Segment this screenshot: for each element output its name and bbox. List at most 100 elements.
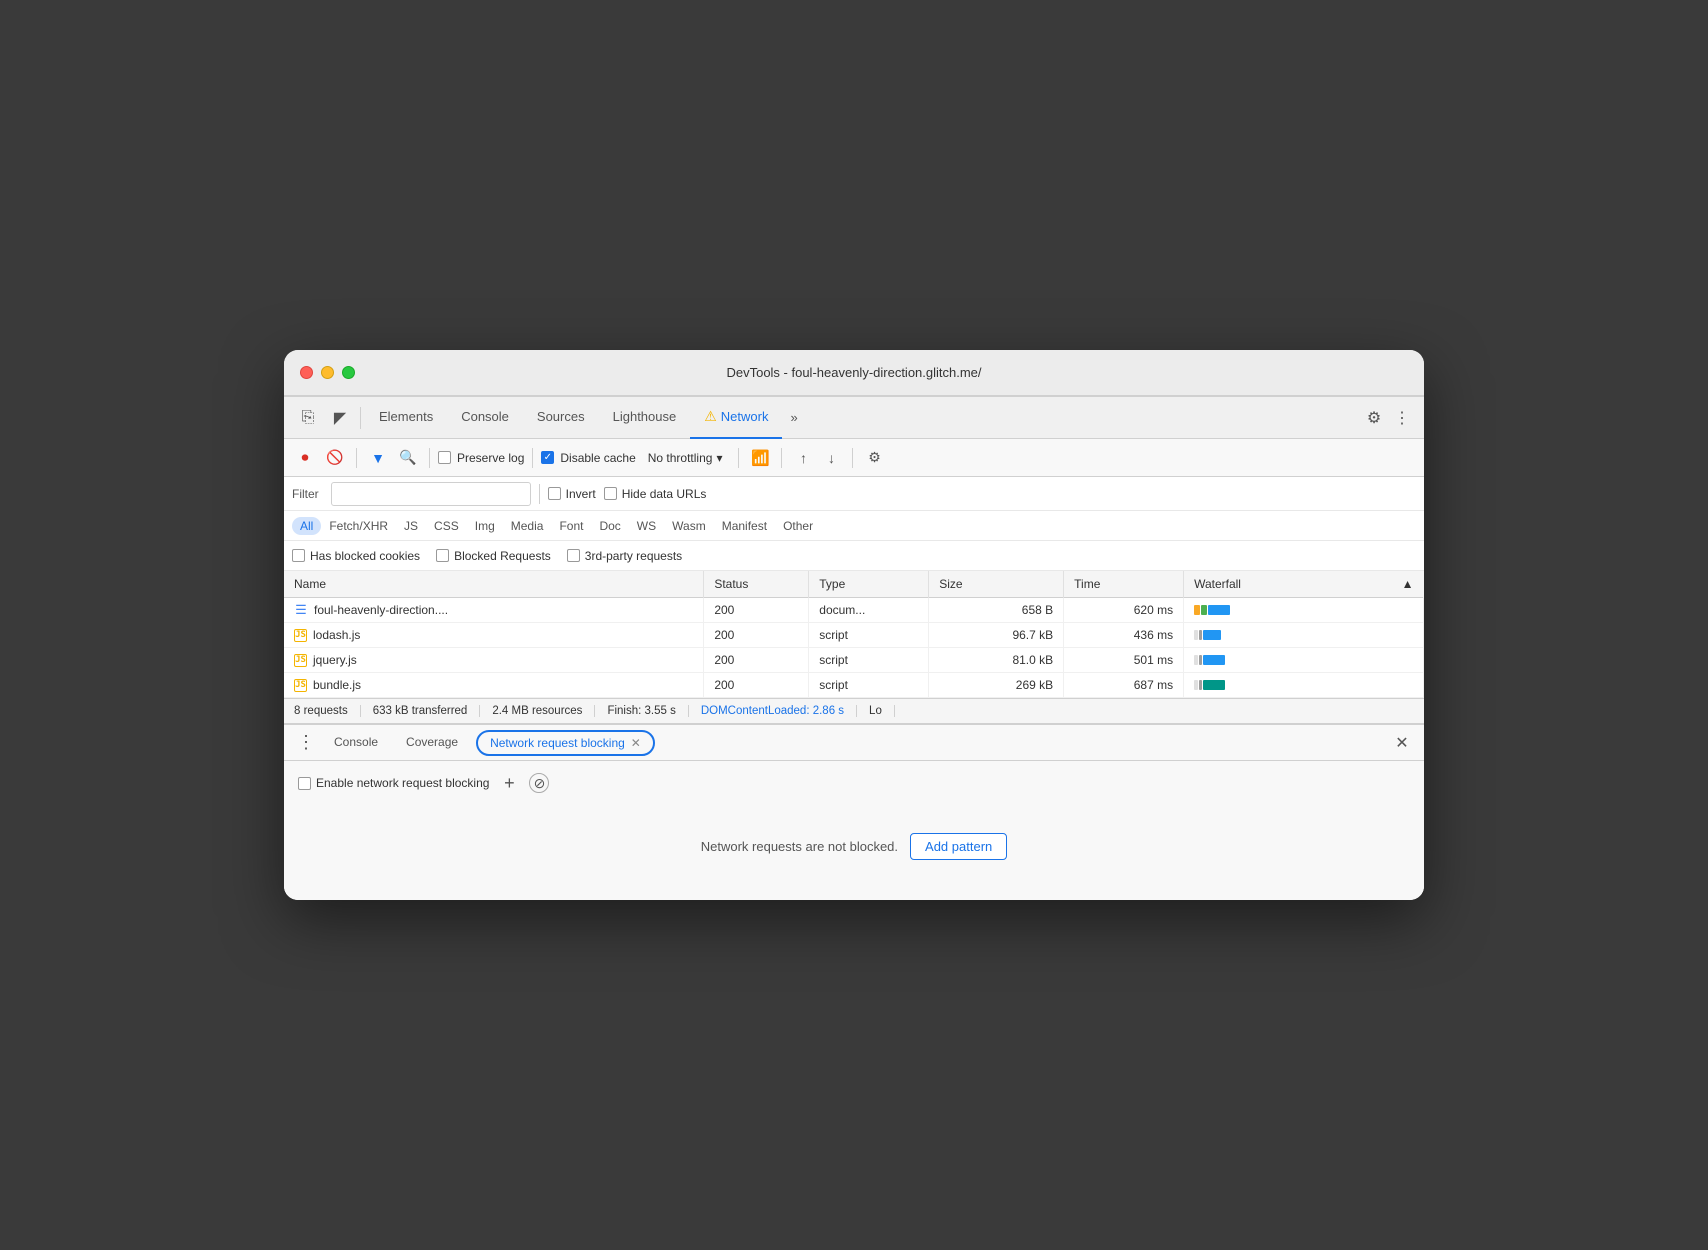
table-row[interactable]: JS bundle.js 200 script 269 kB 687 ms bbox=[284, 673, 1424, 698]
wf-seg bbox=[1201, 605, 1207, 615]
wf-seg bbox=[1203, 680, 1225, 690]
wf-seg bbox=[1194, 680, 1198, 690]
export-button[interactable]: ↓ bbox=[818, 445, 844, 471]
toolbar-sep-6 bbox=[852, 448, 853, 468]
drawer-tab-network-blocking[interactable]: Network request blocking ✕ bbox=[476, 730, 655, 756]
status-cell: 200 bbox=[704, 623, 809, 648]
title-bar: DevTools - foul-heavenly-direction.glitc… bbox=[284, 350, 1424, 396]
preserve-log-checkbox[interactable] bbox=[438, 451, 451, 464]
js-icon: JS bbox=[294, 654, 307, 667]
toolbar-sep-2 bbox=[429, 448, 430, 468]
warning-icon: ⚠ bbox=[704, 408, 717, 425]
preserve-log-area[interactable]: Preserve log bbox=[438, 451, 524, 465]
wf-seg bbox=[1203, 655, 1225, 665]
col-type[interactable]: Type bbox=[809, 571, 929, 598]
table-row[interactable]: JS lodash.js 200 script 96.7 kB 436 ms bbox=[284, 623, 1424, 648]
import-button[interactable]: ↑ bbox=[790, 445, 816, 471]
tab-elements[interactable]: Elements bbox=[365, 397, 447, 439]
type-filter-wasm[interactable]: Wasm bbox=[664, 517, 714, 535]
close-button[interactable] bbox=[300, 366, 313, 379]
toolbar-sep-3 bbox=[532, 448, 533, 468]
drawer-tab-console[interactable]: Console bbox=[320, 725, 392, 761]
blocked-requests-area[interactable]: Blocked Requests bbox=[436, 549, 551, 563]
tab-network[interactable]: ⚠ Network bbox=[690, 397, 782, 439]
record-button[interactable]: ⏺ bbox=[292, 445, 318, 471]
device-toolbar-button[interactable]: ◤ bbox=[324, 402, 356, 434]
type-filter-doc[interactable]: Doc bbox=[591, 517, 628, 535]
filter-sep bbox=[539, 484, 540, 504]
has-blocked-cookies-checkbox[interactable] bbox=[292, 549, 305, 562]
size-cell: 658 B bbox=[929, 598, 1064, 623]
type-filter-img[interactable]: Img bbox=[467, 517, 503, 535]
invert-checkbox[interactable] bbox=[548, 487, 561, 500]
table-row[interactable]: JS jquery.js 200 script 81.0 kB 501 ms bbox=[284, 648, 1424, 673]
search-button[interactable]: 🔍 bbox=[395, 445, 421, 471]
col-waterfall[interactable]: Waterfall ▲ bbox=[1184, 571, 1424, 598]
tab-console[interactable]: Console bbox=[447, 397, 523, 439]
col-time[interactable]: Time bbox=[1064, 571, 1184, 598]
col-name[interactable]: Name bbox=[284, 571, 704, 598]
type-filter-all[interactable]: All bbox=[292, 517, 321, 535]
table-row[interactable]: ☰ foul-heavenly-direction.... 200 docum.… bbox=[284, 598, 1424, 623]
clear-blocking-button[interactable]: ⊘ bbox=[529, 773, 549, 793]
enable-blocking-area[interactable]: Enable network request blocking bbox=[298, 776, 489, 790]
table-header-row: Name Status Type Size Time Waterfall ▲ bbox=[284, 571, 1424, 598]
waterfall-cell bbox=[1184, 648, 1424, 673]
hide-data-urls-area[interactable]: Hide data URLs bbox=[604, 487, 707, 501]
type-filter-font[interactable]: Font bbox=[551, 517, 591, 535]
type-filter-js[interactable]: JS bbox=[396, 517, 426, 535]
filter-input[interactable] bbox=[331, 482, 531, 506]
add-blocking-pattern-button[interactable]: + bbox=[497, 771, 521, 795]
time-cell: 687 ms bbox=[1064, 673, 1184, 698]
third-party-area[interactable]: 3rd-party requests bbox=[567, 549, 682, 563]
network-conditions-button[interactable]: 📶 bbox=[747, 445, 773, 471]
throttle-button[interactable]: No throttling ▾ bbox=[640, 449, 731, 467]
tab-sources[interactable]: Sources bbox=[523, 397, 599, 439]
network-table: Name Status Type Size Time Waterfall ▲ bbox=[284, 571, 1424, 698]
toolbar-sep-5 bbox=[781, 448, 782, 468]
drawer-tab-coverage[interactable]: Coverage bbox=[392, 725, 472, 761]
hide-data-checkbox[interactable] bbox=[604, 487, 617, 500]
type-filter-css[interactable]: CSS bbox=[426, 517, 467, 535]
more-options-icon[interactable]: ⋮ bbox=[1388, 404, 1416, 432]
clear-button[interactable]: 🚫 bbox=[322, 445, 348, 471]
tabs-overflow[interactable]: » bbox=[782, 410, 805, 425]
minimize-button[interactable] bbox=[321, 366, 334, 379]
name-cell: JS bundle.js bbox=[284, 673, 704, 698]
col-status[interactable]: Status bbox=[704, 571, 809, 598]
filter-button[interactable]: ▼ bbox=[365, 445, 391, 471]
invert-checkbox-area[interactable]: Invert bbox=[548, 487, 596, 501]
type-filter-ws[interactable]: WS bbox=[629, 517, 664, 535]
drawer-more-button[interactable]: ⋮ bbox=[292, 729, 320, 757]
drawer: ⋮ Console Coverage Network request block… bbox=[284, 724, 1424, 900]
tab-lighthouse[interactable]: Lighthouse bbox=[599, 397, 691, 439]
third-party-label: 3rd-party requests bbox=[585, 549, 682, 563]
add-pattern-button[interactable]: Add pattern bbox=[910, 833, 1007, 860]
js-icon: JS bbox=[294, 629, 307, 642]
maximize-button[interactable] bbox=[342, 366, 355, 379]
name-cell: ☰ foul-heavenly-direction.... bbox=[284, 598, 704, 623]
name-cell: JS lodash.js bbox=[284, 623, 704, 648]
type-cell: script bbox=[809, 623, 929, 648]
col-size[interactable]: Size bbox=[929, 571, 1064, 598]
settings-gear-icon[interactable]: ⚙ bbox=[1360, 404, 1388, 432]
type-filter-media[interactable]: Media bbox=[503, 517, 552, 535]
drawer-close-button[interactable]: ✕ bbox=[1388, 729, 1416, 757]
dom-content-loaded: DOMContentLoaded: 2.86 s bbox=[689, 705, 857, 717]
disable-cache-checkbox[interactable]: ✓ bbox=[541, 451, 554, 464]
network-settings-button[interactable]: ⚙ bbox=[861, 445, 887, 471]
row-name: lodash.js bbox=[313, 628, 360, 642]
inspect-element-button[interactable]: ⎘ bbox=[292, 402, 324, 434]
type-cell: docum... bbox=[809, 598, 929, 623]
finish-time: Finish: 3.55 s bbox=[595, 705, 688, 717]
type-filter-fetch[interactable]: Fetch/XHR bbox=[321, 517, 396, 535]
blocked-requests-checkbox[interactable] bbox=[436, 549, 449, 562]
type-filter-manifest[interactable]: Manifest bbox=[714, 517, 775, 535]
enable-blocking-checkbox[interactable] bbox=[298, 777, 311, 790]
disable-cache-area[interactable]: ✓ Disable cache bbox=[541, 451, 635, 465]
close-tab-icon[interactable]: ✕ bbox=[631, 736, 641, 750]
third-party-checkbox[interactable] bbox=[567, 549, 580, 562]
has-blocked-cookies-area[interactable]: Has blocked cookies bbox=[292, 549, 420, 563]
type-filter-other[interactable]: Other bbox=[775, 517, 821, 535]
type-cell: script bbox=[809, 673, 929, 698]
